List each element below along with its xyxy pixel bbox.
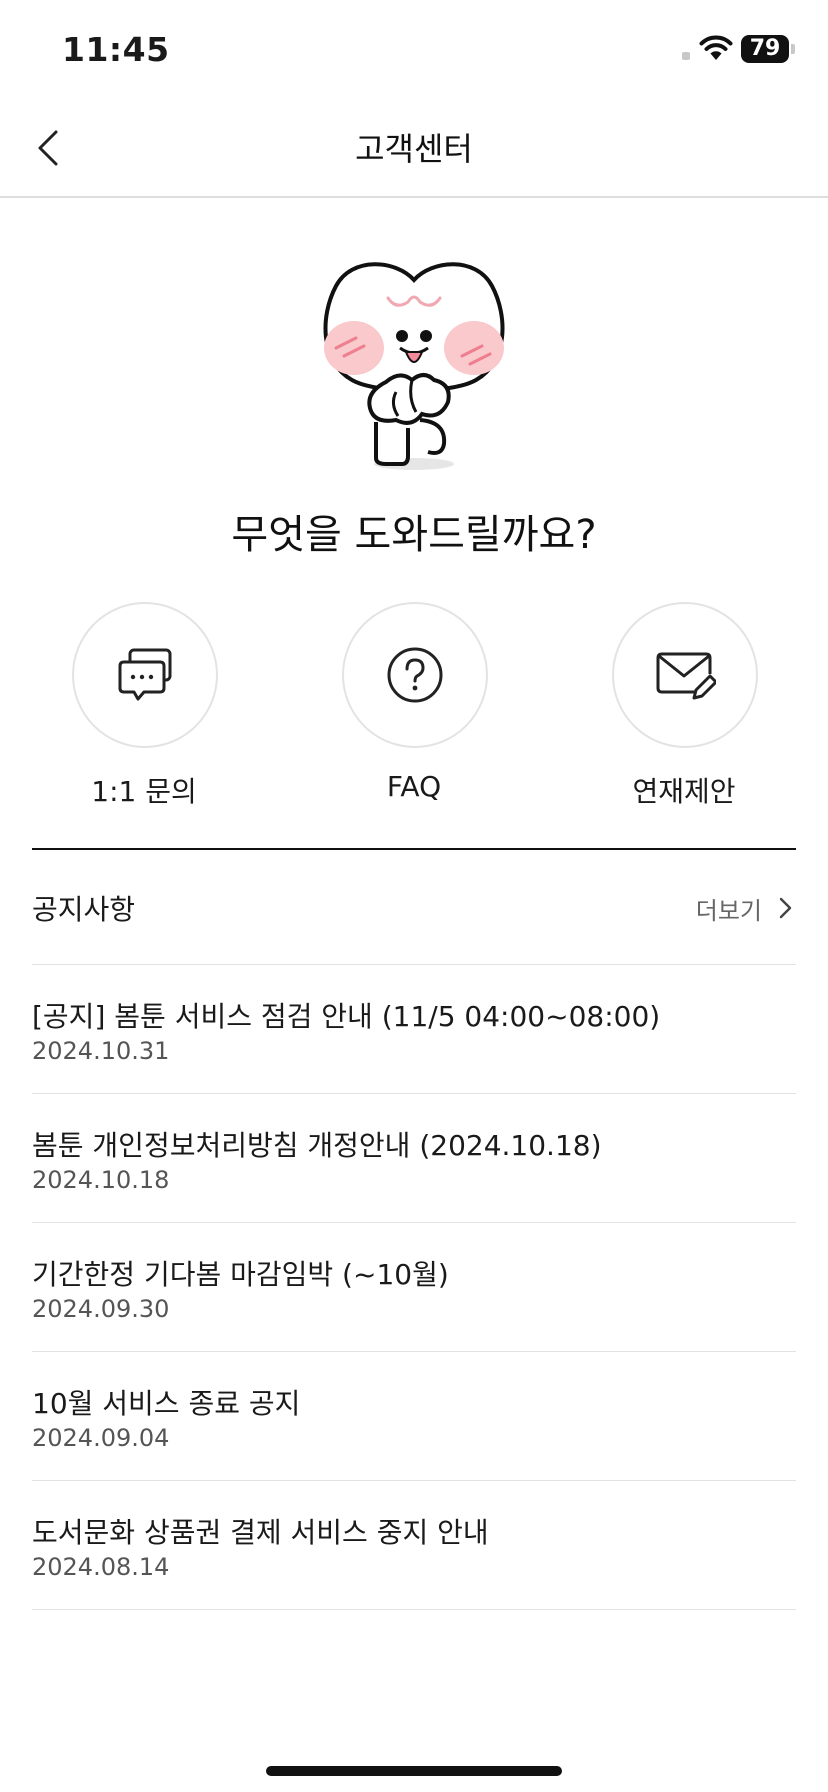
notice-list-item[interactable]: 도서문화 상품권 결제 서비스 중지 안내 2024.08.14	[32, 1480, 796, 1610]
serialization-proposal-label: 연재제안	[632, 775, 736, 808]
faq-icon-circle	[342, 602, 488, 748]
notice-item-title: 기간한정 기다봄 마감임박 (~10월)	[32, 1258, 449, 1291]
wifi-icon	[699, 35, 733, 60]
inquiry-button[interactable]: 1:1 문의	[72, 602, 218, 808]
notice-list: [공지] 봄툰 서비스 점검 안내 (11/5 04:00~08:00) 202…	[32, 964, 796, 1610]
more-label: 더보기	[695, 896, 762, 925]
notice-list-item[interactable]: 기간한정 기다봄 마감임박 (~10월) 2024.09.30	[32, 1222, 796, 1351]
status-time: 11:45	[62, 30, 170, 69]
battery-cap-icon	[791, 44, 795, 54]
notice-list-item[interactable]: [공지] 봄툰 서비스 점검 안내 (11/5 04:00~08:00) 202…	[32, 964, 796, 1093]
signal-dot-icon	[682, 52, 690, 60]
help-heading: 무엇을 도와드릴까요?	[231, 512, 597, 558]
chat-bubbles-icon	[118, 648, 172, 701]
notice-item-date: 2024.09.04	[32, 1424, 170, 1452]
notice-item-date: 2024.10.18	[32, 1166, 170, 1194]
status-bar: 11:45 79	[0, 0, 828, 100]
notice-item-date: 2024.10.31	[32, 1037, 170, 1065]
envelope-edit-icon	[656, 652, 716, 700]
faq-label: FAQ	[386, 770, 442, 803]
page-title: 고객센터	[355, 130, 473, 168]
serialization-icon-circle	[612, 602, 758, 748]
battery-indicator: 79	[741, 35, 789, 63]
notice-more-link[interactable]: 더보기	[696, 888, 796, 928]
notice-item-title: 10월 서비스 종료 공지	[32, 1387, 301, 1420]
navigation-bar: 고객센터	[0, 100, 828, 198]
notice-item-title: 봄툰 개인정보처리방침 개정안내 (2024.10.18)	[32, 1129, 602, 1162]
notice-item-date: 2024.08.14	[32, 1553, 170, 1581]
mascot-illustration	[323, 262, 505, 470]
serialization-proposal-button[interactable]: 연재제안	[612, 602, 758, 808]
inquiry-label: 1:1 문의	[91, 775, 197, 808]
notice-list-item[interactable]: 10월 서비스 종료 공지 2024.09.04	[32, 1351, 796, 1480]
notice-item-title: [공지] 봄툰 서비스 점검 안내 (11/5 04:00~08:00)	[32, 1000, 661, 1033]
notice-item-date: 2024.09.30	[32, 1295, 170, 1323]
faq-button[interactable]: FAQ	[342, 602, 488, 803]
chevron-right-icon	[779, 897, 792, 919]
notice-item-title: 도서문화 상품권 결제 서비스 중지 안내	[32, 1516, 489, 1549]
question-circle-icon	[387, 647, 443, 703]
notice-list-item[interactable]: 봄툰 개인정보처리방침 개정안내 (2024.10.18) 2024.10.18	[32, 1093, 796, 1222]
notice-section-title: 공지사항	[32, 893, 136, 926]
inquiry-icon-circle	[72, 602, 218, 748]
notice-header: 공지사항 더보기	[32, 850, 796, 964]
home-indicator[interactable]	[266, 1766, 562, 1776]
